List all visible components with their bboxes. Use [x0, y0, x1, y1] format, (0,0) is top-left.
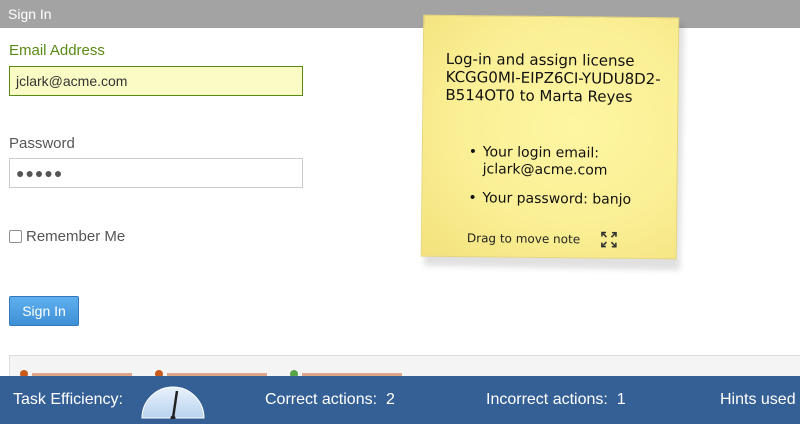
expand-arrows-icon[interactable] — [601, 231, 617, 248]
note-item-email: Your login email: jclark@acme.com — [482, 144, 608, 179]
email-label: Email Address — [9, 42, 105, 59]
remember-me-row[interactable]: Remember Me — [9, 228, 125, 245]
note-list-item: • Your password: banjo — [466, 190, 666, 209]
incorrect-actions: Incorrect actions: 1 — [486, 391, 626, 409]
note-item-password: Your password: banjo — [482, 190, 632, 208]
incorrect-actions-label: Incorrect actions: — [486, 391, 608, 408]
efficiency-label: Task Efficiency: — [13, 391, 123, 408]
note-task-text: Log-in and assign license KCGG0MI-EIPZ6C… — [445, 49, 661, 106]
hints-used-label: Hints used — [720, 391, 796, 408]
note-list-item: • Your login email: jclark@acme.com — [467, 144, 667, 180]
sign-in-button[interactable]: Sign In — [9, 296, 79, 326]
efficiency-gauge-icon — [140, 383, 206, 421]
password-value: ●●●●● — [16, 165, 64, 181]
bullet: • — [468, 190, 477, 207]
task-status-bar: Task Efficiency: Correct actions: 2 Inco… — [0, 376, 800, 424]
footer-links-strip — [9, 355, 800, 376]
correct-actions-value: 2 — [385, 391, 395, 408]
password-input[interactable]: ●●●●● — [9, 158, 303, 188]
remember-me-checkbox[interactable] — [9, 230, 22, 243]
email-value: jclark@acme.com — [16, 73, 128, 89]
password-label: Password — [9, 135, 75, 152]
drag-hint: Drag to move note — [466, 231, 581, 247]
remember-me-label[interactable]: Remember Me — [26, 228, 125, 245]
bullet: • — [468, 144, 478, 161]
correct-actions: Correct actions: 2 — [265, 391, 395, 409]
incorrect-actions-value: 1 — [616, 391, 626, 408]
page-title: Sign In — [8, 6, 52, 22]
note-credentials-list: • Your login email: jclark@acme.com • Your… — [466, 144, 667, 221]
sign-in-page: Sign In Email Address jclark@acme.com Pa… — [0, 0, 800, 424]
sticky-note[interactable]: Log-in and assign license KCGG0MI-EIPZ6C… — [420, 14, 680, 260]
correct-actions-label: Correct actions: — [265, 391, 378, 408]
email-input[interactable]: jclark@acme.com — [9, 66, 303, 96]
